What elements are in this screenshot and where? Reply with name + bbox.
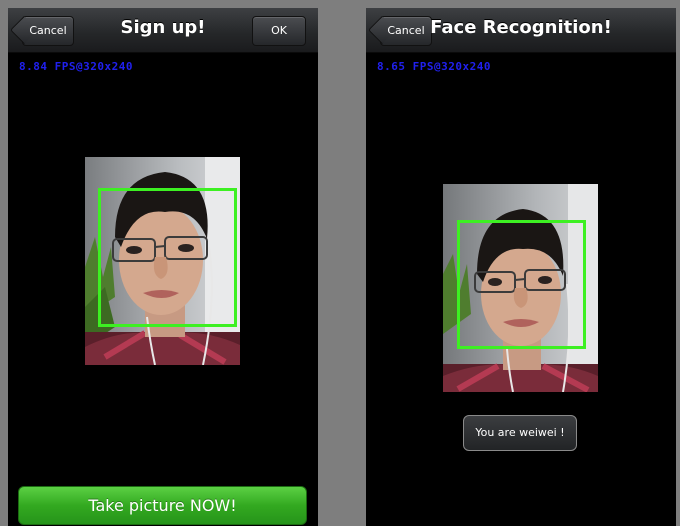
- nav-bar: Cancel Face Recognition!: [366, 8, 676, 53]
- fps-readout: 8.65 FPS@320x240: [377, 60, 491, 73]
- nav-bar: Cancel Sign up! OK: [8, 8, 318, 53]
- face-detection-box: [457, 220, 586, 349]
- camera-preview: [85, 157, 240, 365]
- page-title: Face Recognition!: [430, 17, 612, 38]
- face-detection-box: [98, 188, 237, 327]
- recognition-screen: Cancel Face Recognition! 8.65 FPS@320x24…: [366, 8, 676, 526]
- signup-screen: Cancel Sign up! OK 8.84 FPS@320x240 Take…: [8, 8, 318, 526]
- fps-readout: 8.84 FPS@320x240: [19, 60, 133, 73]
- camera-preview: [443, 184, 598, 392]
- ok-button[interactable]: OK: [252, 16, 306, 46]
- recognition-result-toast: You are weiwei !: [463, 415, 577, 451]
- take-picture-button[interactable]: Take picture NOW!: [18, 486, 307, 525]
